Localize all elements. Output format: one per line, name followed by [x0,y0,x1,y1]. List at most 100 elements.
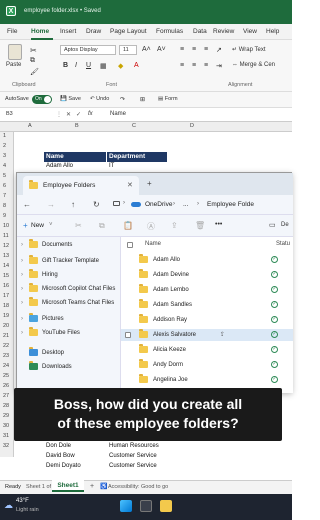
forward-icon[interactable]: → [47,200,55,209]
row-header[interactable]: 14 [3,263,9,269]
refresh-icon[interactable]: ↻ [93,200,100,209]
close-tab-icon[interactable]: ✕ [127,181,133,189]
indent-icon[interactable]: ⇥ [216,62,222,70]
column-header[interactable]: D [190,123,194,129]
new-button[interactable]: New [31,222,44,229]
decrease-font-icon[interactable]: A˅ [157,46,166,53]
chevron-right-icon[interactable]: › [21,286,29,292]
cell-department[interactable]: IT [109,163,114,169]
borders-quick-icon[interactable]: ⊞ [140,96,145,103]
copy-icon[interactable]: ⧉ [99,221,105,231]
name-box[interactable]: B3 [3,110,53,120]
borders-icon[interactable]: ▦ [100,62,107,70]
row-header[interactable]: 7 [3,193,6,199]
file-row[interactable]: Adam Sandles ✓ [121,298,293,311]
wrap-text-button[interactable]: ↵ Wrap Text [232,46,266,53]
nav-item[interactable]: Desktop [21,347,64,356]
more-options-icon[interactable]: ••• [215,221,222,228]
undo-button[interactable]: ↶ Undo [90,96,109,102]
row-checkbox[interactable] [125,332,131,338]
file-row[interactable]: Alicia Keeze ✓ [121,343,293,356]
row-header[interactable]: 6 [3,183,6,189]
row-header[interactable]: 17 [3,293,9,299]
paste-button[interactable]: Paste [6,62,21,68]
redo-icon[interactable]: ↷ [120,96,125,103]
orientation-icon[interactable]: ↗ [216,46,222,54]
tab-insert[interactable]: Insert [60,28,76,35]
row-header[interactable]: 4 [3,163,6,169]
paste-icon[interactable] [8,44,22,60]
fill-color-icon[interactable]: ◆ [118,62,123,70]
tab-formulas[interactable]: Formulas [156,28,183,35]
chevron-right-icon[interactable]: › [21,330,29,336]
name-header-cell[interactable]: Name [44,152,106,162]
file-row[interactable]: Adam Allo ✓ [121,253,293,266]
form-button[interactable]: ▤ Form [158,96,178,102]
row-header[interactable]: 25 [3,373,9,379]
row-header[interactable]: 29 [3,413,9,419]
nav-item[interactable]: Downloads [21,361,72,370]
share-icon[interactable]: ⇪ [171,221,178,230]
nav-item[interactable]: › Documents [21,239,72,248]
file-row[interactable]: Alexis Salvatore ⇪ ✓ [121,328,293,341]
column-header[interactable]: A [28,123,32,129]
italic-button[interactable]: I [75,62,77,69]
status-column-header[interactable]: Statu [276,241,290,247]
select-all-checkbox[interactable] [127,242,133,248]
row-header[interactable]: 20 [3,323,9,329]
file-row[interactable]: Adam Lembo ✓ [121,283,293,296]
tab-view[interactable]: View [243,28,257,35]
paste-icon[interactable]: 📋 [123,221,133,230]
row-header[interactable]: 31 [3,433,9,439]
chevron-right-icon[interactable]: › [21,258,29,264]
nav-item[interactable]: › Microsoft Teams Chat Files [21,297,114,306]
tab-file[interactable]: File [7,28,17,35]
cut-icon[interactable]: ✂ [75,221,82,230]
cell-name[interactable]: Demi Doyato [46,463,81,469]
copy-icon[interactable]: ⧉ [30,57,35,65]
row-header[interactable]: 27 [3,393,9,399]
cell-name[interactable]: David Bow [46,453,75,459]
row-header[interactable]: 22 [3,343,9,349]
format-painter-icon[interactable]: 🖌 [30,68,39,76]
cell-name[interactable]: Don Dole [46,443,71,449]
cell-department[interactable]: Customer Service [109,463,157,469]
merge-center-button[interactable]: ⇔ Merge & Cen [232,62,275,68]
file-row[interactable]: Adam Devine ✓ [121,268,293,281]
chevron-right-icon[interactable]: › [21,300,29,306]
tab-home[interactable]: Home [31,28,49,35]
align-top-icon[interactable]: ≡ [180,46,184,53]
row-header[interactable]: 21 [3,333,9,339]
file-explorer-icon[interactable] [160,500,172,512]
nav-item[interactable]: › Pictures [21,313,64,322]
department-header-cell[interactable]: Department [107,152,167,162]
tab-review[interactable]: Review [213,28,234,35]
row-header[interactable]: 16 [3,283,9,289]
search-icon[interactable] [140,500,152,512]
rename-icon[interactable]: Ⓐ [147,221,155,232]
align-left-icon[interactable]: ≡ [180,62,184,69]
row-header[interactable]: 32 [3,443,9,449]
cell-department[interactable]: Customer Service [109,453,157,459]
details-pane-icon[interactable]: ▭ [269,221,276,229]
column-header[interactable]: B [75,123,79,129]
name-column-header[interactable]: Name [145,241,161,247]
align-bottom-icon[interactable]: ≡ [204,46,208,53]
up-icon[interactable]: ↑ [71,200,75,209]
row-header[interactable]: 30 [3,423,9,429]
start-icon[interactable] [120,500,132,512]
breadcrumb-ellipsis[interactable]: ... [183,201,188,208]
autosave-toggle[interactable]: On [32,95,52,104]
tab-help[interactable]: Help [266,28,279,35]
name-box-dropdown-icon[interactable]: ⋮ [56,111,62,118]
nav-item[interactable]: › YouTube Files [21,327,80,336]
row-header[interactable]: 3 [3,153,6,159]
file-row[interactable]: Angelina Joe ✓ [121,373,293,386]
tab-draw[interactable]: Draw [86,28,101,35]
chevron-right-icon[interactable]: › [21,272,29,278]
sheet-tab[interactable]: Sheet1 [52,480,84,492]
details-button[interactable]: De [281,222,289,228]
explorer-tab[interactable]: Employee Folders ✕ [23,176,139,195]
formula-input[interactable]: Name [110,111,126,117]
nav-item[interactable]: › Gift Tracker Template [21,255,99,264]
